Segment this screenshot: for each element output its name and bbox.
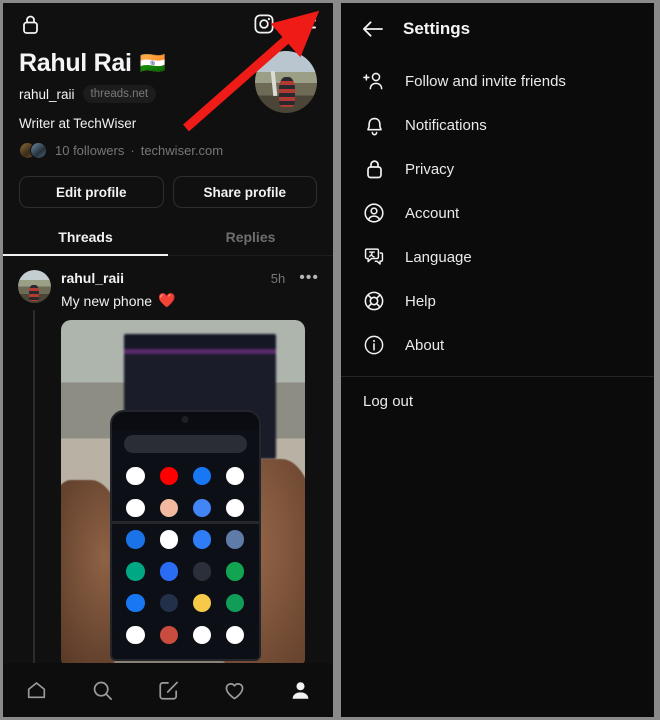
info-circle-icon <box>363 334 385 356</box>
settings-item-label: Privacy <box>405 160 455 178</box>
settings-item-label: About <box>405 336 445 354</box>
photo-app-grid <box>122 462 249 649</box>
heart-icon[interactable] <box>214 673 254 707</box>
bell-icon <box>363 114 385 136</box>
flag-emoji: 🇮🇳 <box>139 52 166 75</box>
language-icon <box>363 246 385 268</box>
profile-actions: Edit profile Share profile <box>3 159 333 208</box>
settings-item-label: Notifications <box>405 116 487 134</box>
edit-profile-button[interactable]: Edit profile <box>19 176 164 208</box>
share-profile-button[interactable]: Share profile <box>172 176 317 208</box>
post-avatar-column <box>17 270 51 668</box>
settings-item-label: Help <box>405 292 436 310</box>
profile-top-actions <box>251 11 319 37</box>
post-text-content: My new phone <box>61 292 153 309</box>
settings-list: Follow and invite friends Notifications <box>341 55 654 410</box>
settings-item-language[interactable]: Language <box>341 235 654 279</box>
settings-item-about[interactable]: About <box>341 323 654 367</box>
settings-item-label: Account <box>405 204 460 222</box>
profile-top-bar <box>3 3 333 45</box>
thread-post[interactable]: rahul_raii 5h ••• My new phone ❤️ <box>3 256 333 668</box>
back-arrow-icon[interactable] <box>361 18 383 40</box>
home-icon[interactable] <box>16 673 56 707</box>
profile-meta: 10 followers · techwiser.com <box>19 142 317 159</box>
heart-emoji: ❤️ <box>158 292 176 308</box>
panel-divider <box>333 3 341 717</box>
settings-header: Settings <box>341 3 654 55</box>
tab-threads[interactable]: Threads <box>3 222 168 256</box>
settings-item-help[interactable]: Help <box>341 279 654 323</box>
settings-item-notifications[interactable]: Notifications <box>341 103 654 147</box>
profile-info: Rahul Rai 🇮🇳 rahul_raii threads.net Writ… <box>3 45 333 159</box>
profile-tabs: Threads Replies <box>3 222 333 256</box>
profile-website[interactable]: techwiser.com <box>141 143 223 158</box>
post-header: rahul_raii 5h ••• <box>61 270 319 287</box>
photo-phone <box>109 410 262 662</box>
screenshot-root: Rahul Rai 🇮🇳 rahul_raii threads.net Writ… <box>0 0 660 720</box>
photo-phone-camera <box>181 416 189 424</box>
settings-item-privacy[interactable]: Privacy <box>341 147 654 191</box>
profile-bio: Writer at TechWiser <box>19 116 137 131</box>
settings-item-label: Language <box>405 248 472 266</box>
log-out-button[interactable]: Log out <box>341 377 654 410</box>
followers-facepile <box>19 142 49 159</box>
lock-icon <box>363 158 385 180</box>
account-circle-icon <box>363 202 385 224</box>
life-ring-icon <box>363 290 385 312</box>
settings-item-account[interactable]: Account <box>341 191 654 235</box>
settings-title: Settings <box>403 19 471 38</box>
post-avatar[interactable] <box>17 270 51 303</box>
settings-item-follow-and-invite-friends[interactable]: Follow and invite friends <box>341 59 654 103</box>
compose-icon[interactable] <box>148 673 188 707</box>
thread-connector-line <box>33 310 35 668</box>
meta-separator: · <box>130 143 135 158</box>
tab-replies[interactable]: Replies <box>168 222 333 255</box>
followers-count[interactable]: 10 followers <box>55 143 124 158</box>
post-timestamp: 5h <box>270 270 286 286</box>
settings-panel: Settings Follow and invite friends Notif… <box>341 3 654 717</box>
post-text: My new phone ❤️ <box>61 292 319 309</box>
search-icon[interactable] <box>82 673 122 707</box>
domain-badge[interactable]: threads.net <box>82 85 157 103</box>
settings-item-label: Follow and invite friends <box>405 72 566 90</box>
post-image[interactable] <box>61 320 305 668</box>
username: rahul_raii <box>19 86 75 102</box>
avatar[interactable] <box>255 51 317 113</box>
threads-profile-panel: Rahul Rai 🇮🇳 rahul_raii threads.net Writ… <box>3 3 333 717</box>
photo-search-apps-bar <box>123 434 248 454</box>
post-body: rahul_raii 5h ••• My new phone ❤️ <box>61 270 319 668</box>
photo-phone-fold-crease <box>111 520 260 524</box>
page-title: Rahul Rai <box>19 49 132 77</box>
profile-icon[interactable] <box>280 673 320 707</box>
hamburger-menu-icon[interactable] <box>293 11 319 37</box>
lock-icon[interactable] <box>17 11 43 37</box>
instagram-icon[interactable] <box>251 11 277 37</box>
post-username[interactable]: rahul_raii <box>61 270 124 286</box>
bottom-navigation <box>3 663 333 717</box>
more-options-icon[interactable]: ••• <box>299 270 319 286</box>
add-person-icon <box>363 70 385 92</box>
